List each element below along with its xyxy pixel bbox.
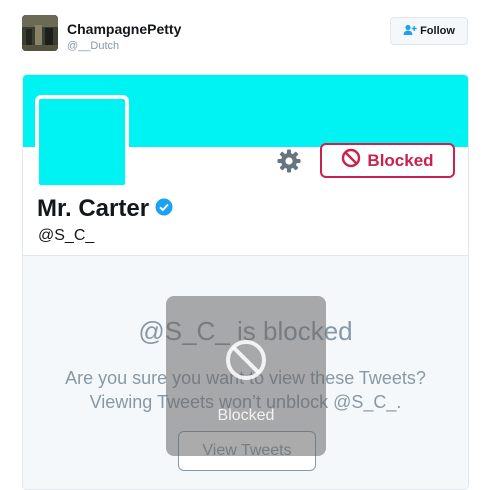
author-name[interactable]: ChampagnePetty <box>67 21 181 37</box>
add-user-icon <box>403 24 417 39</box>
blocked-message-line2: Viewing Tweets won’t unblock @S_C_. <box>89 392 402 412</box>
follow-label: Follow <box>420 25 455 37</box>
blocked-title: @S_C_ is blocked <box>138 316 353 346</box>
profile-display-name[interactable]: Mr. Carter <box>37 195 173 223</box>
profile-card: Blocked Mr. Carter @S_C_ @S_C_ is blocke… <box>22 74 469 490</box>
gear-icon[interactable] <box>277 149 301 173</box>
profile-avatar[interactable] <box>35 95 129 189</box>
blocked-icon <box>341 148 361 173</box>
verified-badge-icon <box>155 195 173 223</box>
author-avatar-image <box>22 15 58 51</box>
profile-handle[interactable]: @S_C_ <box>38 227 94 245</box>
blocked-label: Blocked <box>367 150 434 170</box>
author-handle[interactable]: @__Dutch <box>67 40 119 52</box>
follow-button[interactable]: Follow <box>390 17 468 45</box>
blocked-button[interactable]: Blocked <box>320 143 455 178</box>
display-name-text: Mr. Carter <box>37 195 150 222</box>
blocked-content-area: @S_C_ is blocked Are you sure you want t… <box>23 255 468 489</box>
blocked-message-line1: Are you sure you want to view these Twee… <box>65 368 426 388</box>
author-avatar[interactable] <box>22 15 58 51</box>
view-tweets-button[interactable]: View Tweets <box>178 431 316 471</box>
blocked-message: Are you sure you want to view these Twee… <box>23 366 468 414</box>
